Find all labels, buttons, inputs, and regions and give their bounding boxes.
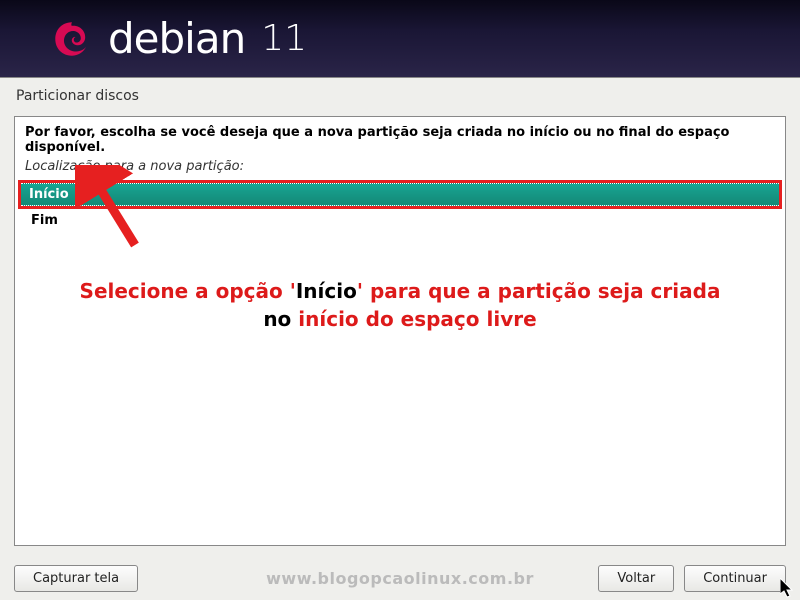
- debian-swirl-icon: [50, 17, 94, 61]
- back-button[interactable]: Voltar: [598, 565, 674, 592]
- installer-header: debian 11: [0, 0, 800, 78]
- page-title: Particionar discos: [0, 78, 800, 116]
- annot-part: Selecione a opção ': [80, 279, 296, 303]
- subtitle-text: Localização para a nova partição:: [25, 159, 775, 174]
- annot-part: no: [263, 307, 298, 331]
- arrow-icon: [75, 165, 155, 255]
- annot-part: início do espaço livre: [298, 307, 536, 331]
- footer-bar: Capturar tela Voltar Continuar: [14, 565, 786, 592]
- option-inicio[interactable]: Início: [21, 183, 779, 206]
- annot-part: Início: [296, 279, 357, 303]
- brand-name: debian: [108, 14, 245, 63]
- brand-version: 11: [261, 18, 307, 59]
- continue-button[interactable]: Continuar: [684, 565, 786, 592]
- annotation-text: Selecione a opção 'Início' para que a pa…: [15, 277, 785, 333]
- screenshot-button[interactable]: Capturar tela: [14, 565, 138, 592]
- option-fim[interactable]: Fim: [25, 211, 775, 230]
- highlight-box: Início: [18, 180, 782, 209]
- annot-part: ' para que a partição seja criada: [357, 279, 721, 303]
- footer-right: Voltar Continuar: [598, 565, 786, 592]
- instruction-text: Por favor, escolha se você deseja que a …: [25, 125, 775, 155]
- main-panel: Por favor, escolha se você deseja que a …: [14, 116, 786, 546]
